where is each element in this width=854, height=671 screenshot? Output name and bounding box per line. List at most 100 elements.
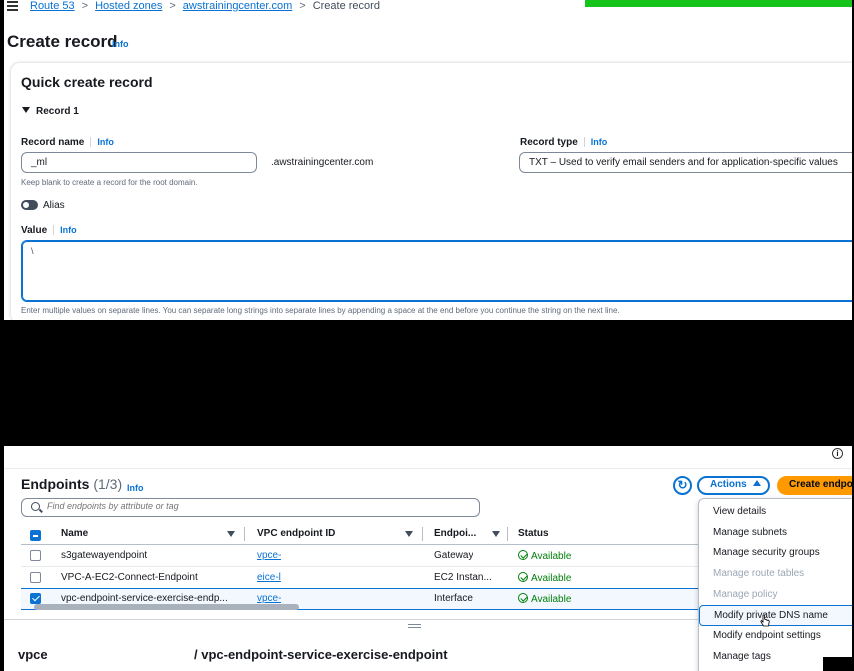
alias-label: Alias: [43, 200, 65, 211]
menu-icon[interactable]: [7, 1, 18, 11]
endpoint-name: VPC-A-EC2-Connect-Endpoint: [61, 572, 198, 583]
search-icon: [31, 502, 40, 511]
refresh-button[interactable]: ↻: [673, 476, 692, 495]
route53-create-record-panel: Route 53 > Hosted zones > awstrainingcenter.…: [4, 0, 852, 320]
status-badge: Available: [518, 572, 571, 584]
letterbox-corner: [823, 657, 854, 671]
table-row[interactable]: s3gatewayendpoint vpce- Gateway Availabl…: [21, 545, 701, 567]
search-input[interactable]: [47, 501, 467, 511]
resize-handle[interactable]: [408, 624, 421, 628]
breadcrumb: Route 53 > Hosted zones > awstrainingcenter.…: [30, 0, 380, 13]
actions-label: Actions: [710, 479, 747, 490]
record-name-info-link[interactable]: Info: [90, 137, 114, 147]
page-title: Create record: [7, 32, 118, 51]
domain-suffix: .awstrainingcenter.com: [271, 157, 374, 168]
row-checkbox[interactable]: [30, 572, 41, 583]
actions-button[interactable]: Actions: [697, 476, 770, 495]
status-badge: Available: [518, 550, 571, 562]
record-type-select[interactable]: TXT – Used to verify email senders and f…: [519, 152, 852, 173]
divider: [4, 468, 854, 469]
record-name-input[interactable]: _ml: [21, 152, 257, 173]
value-textarea[interactable]: \: [21, 240, 852, 302]
record-type-info-link[interactable]: Info: [583, 137, 608, 147]
detail-id-prefix: vpce: [18, 647, 48, 662]
title-info-link[interactable]: Info: [112, 39, 129, 49]
table-row[interactable]: VPC-A-EC2-Connect-Endpoint eice-l EC2 In…: [21, 567, 701, 589]
col-endpoint-type[interactable]: Endpoi...: [434, 528, 476, 539]
endpoint-type: EC2 Instan...: [434, 572, 492, 583]
menu-item-manage-route-tables: Manage route tables: [713, 568, 805, 579]
endpoint-id-link[interactable]: eice-l: [257, 572, 281, 583]
caret-down-icon: [22, 107, 30, 113]
status-text: Available: [531, 594, 572, 605]
record-section-toggle[interactable]: Record 1: [22, 106, 79, 117]
breadcrumb-hosted-zones[interactable]: Hosted zones: [95, 0, 162, 12]
info-circle-icon[interactable]: i: [832, 448, 843, 459]
chevron-right-icon: >: [299, 0, 306, 12]
record-name-hint: Keep blank to create a record for the ro…: [21, 178, 198, 187]
endpoint-id-link[interactable]: vpce-: [257, 593, 281, 604]
menu-item-manage-security-groups[interactable]: Manage security groups: [699, 543, 854, 564]
caret-up-icon: [752, 480, 761, 486]
endpoint-type: Gateway: [434, 550, 474, 561]
menu-item-modify-private-dns-name[interactable]: Modify private DNS name: [699, 605, 854, 626]
col-name[interactable]: Name: [61, 528, 88, 539]
endpoint-name: vpc-endpoint-service-exercise-endp...: [61, 593, 228, 604]
value-hint: Enter multiple values on separate lines.…: [21, 306, 620, 315]
endpoint-id-link[interactable]: vpce-: [257, 550, 281, 561]
endpoints-info-link[interactable]: Info: [127, 483, 144, 493]
menu-item-manage-subnets[interactable]: Manage subnets: [699, 523, 854, 544]
status-text: Available: [531, 573, 572, 584]
sort-down-icon[interactable]: [405, 531, 413, 537]
menu-item-manage-policy: Manage policy: [713, 589, 778, 600]
status-badge: Available: [518, 593, 571, 605]
row-checkbox[interactable]: [30, 593, 41, 604]
value-label: Value Info: [21, 225, 77, 236]
check-circle-icon: [518, 572, 528, 582]
refresh-icon: ↻: [677, 478, 688, 492]
chevron-right-icon: >: [81, 0, 89, 12]
endpoint-name: s3gatewayendpoint: [61, 550, 148, 561]
horizontal-scrollbar[interactable]: [34, 604, 299, 610]
record-type-label: Record type Info: [520, 137, 608, 148]
breadcrumb-current: Create record: [312, 0, 380, 12]
endpoints-title-text: Endpoints: [21, 476, 90, 492]
search-box[interactable]: [21, 498, 480, 517]
top-bar: Route 53 > Hosted zones > awstrainingcenter.…: [4, 0, 852, 14]
menu-item-view-details[interactable]: View details: [699, 502, 854, 523]
check-circle-icon: [518, 550, 528, 560]
record-name-label: Record name Info: [21, 137, 114, 148]
endpoints-title: Endpoints (1/3): [21, 476, 122, 492]
chevron-right-icon: >: [169, 0, 176, 12]
record-section-label: Record 1: [36, 106, 79, 117]
row-checkbox[interactable]: [30, 550, 41, 561]
col-vpc-endpoint-id[interactable]: VPC endpoint ID: [257, 528, 335, 539]
create-endpoint-button[interactable]: Create endpoint: [777, 476, 854, 495]
col-status[interactable]: Status: [518, 528, 549, 539]
hand-cursor-icon: [760, 614, 770, 627]
notification-banner: [585, 0, 852, 7]
alias-toggle[interactable]: [21, 200, 38, 210]
sort-down-icon[interactable]: [492, 531, 500, 537]
value-label-text: Value: [21, 225, 48, 236]
breadcrumb-route53[interactable]: Route 53: [30, 0, 75, 12]
record-name-label-text: Record name: [21, 137, 85, 148]
redacted-block: [55, 645, 195, 663]
value-info-link[interactable]: Info: [53, 225, 77, 235]
menu-item-modify-endpoint-settings[interactable]: Modify endpoint settings: [699, 626, 854, 647]
sort-down-icon[interactable]: [227, 531, 235, 537]
breadcrumb-zone[interactable]: awstrainingcenter.com: [183, 0, 292, 12]
column-separator: [507, 527, 508, 541]
column-separator: [244, 527, 245, 541]
select-all-checkbox[interactable]: [30, 530, 41, 541]
check-circle-icon: [518, 593, 528, 603]
detail-title: / vpc-endpoint-service-exercise-endpoint: [194, 647, 448, 662]
status-text: Available: [531, 551, 572, 562]
vpc-endpoints-panel: i Endpoints (1/3) Info ↻ Actions Create …: [4, 446, 854, 671]
card-title: Quick create record: [21, 74, 153, 90]
record-type-label-text: Record type: [520, 137, 578, 148]
endpoints-count: (1/3): [93, 476, 123, 492]
column-separator: [422, 527, 423, 541]
endpoint-type: Interface: [434, 593, 473, 604]
actions-menu: View details Manage subnets Manage secur…: [698, 498, 854, 671]
